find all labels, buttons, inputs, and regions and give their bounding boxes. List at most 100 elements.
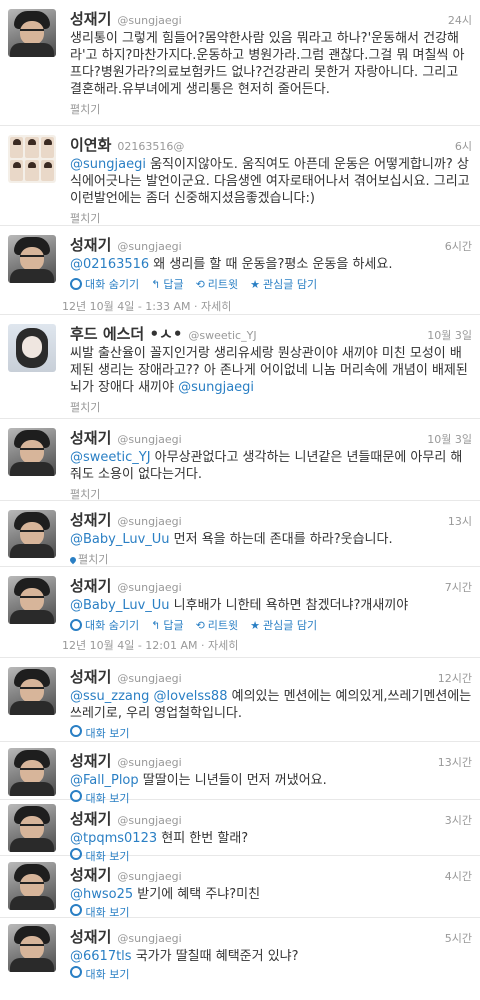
user-name[interactable]: 성재기 xyxy=(70,509,111,530)
user-handle[interactable]: 02163516@ xyxy=(117,140,184,153)
tweet-text: @hwso25 받기에 혜택 주냐?미친 xyxy=(70,887,261,902)
avatar[interactable] xyxy=(8,510,56,558)
mention-link[interactable]: @hwso25 xyxy=(70,887,133,902)
timestamp[interactable]: 6시간 xyxy=(445,238,472,254)
mention-link[interactable]: @Fall_Plop xyxy=(70,773,139,788)
tweet: 성재기 @sungjaegi 13시 @Baby_Luv_Uu 먼저 욕을 하는데 … xyxy=(0,501,480,567)
user-name[interactable]: 성재기 xyxy=(70,808,111,829)
user-handle[interactable]: @sungjaegi xyxy=(117,14,181,27)
avatar[interactable] xyxy=(8,924,56,972)
expand-link[interactable]: 펼치기 xyxy=(70,486,472,502)
user-name[interactable]: 이연화 xyxy=(70,134,111,155)
tweet-text: @tpqms0123 현피 한번 할래? xyxy=(70,831,249,846)
reply-button[interactable]: ↰ 답글 xyxy=(151,276,183,292)
tweet: 성재기 @sungjaegi 7시간 @Baby_Luv_Uu 니후배가 니한테 욕… xyxy=(0,567,480,632)
user-handle[interactable]: @sungjaegi xyxy=(117,932,181,945)
user-name[interactable]: 성재기 xyxy=(70,864,111,885)
conversation-icon xyxy=(70,619,82,631)
tweet: 성재기 @sungjaegi 6시간 @02163516 왜 생리를 할 때 운동을… xyxy=(0,226,480,292)
mention-link[interactable]: @sweetic_YJ xyxy=(70,450,151,465)
tweet-detail[interactable]: 12년 10월 4일 - 1:33 AM · 자세히 xyxy=(0,292,231,313)
tweet-text: @sungjaegi 움직이지않아도. 움직여도 아픈데 운동은 어떻게합니까?… xyxy=(70,157,470,206)
avatar[interactable] xyxy=(8,235,56,283)
user-name[interactable]: 성재기 xyxy=(70,666,111,687)
tweet: 후드 에스더 •ㅅ• @sweetic_YJ 10월 3일 씨발 출산율이 꼴지인거… xyxy=(0,315,480,419)
tweet-detail-row: 12년 10월 4일 - 12:01 AM · 자세히 xyxy=(0,631,480,658)
tweet-text: @sweetic_YJ 아무상관없다고 생각하는 니년같은 년들때문에 아무리 … xyxy=(70,450,463,482)
timestamp[interactable]: 6시 xyxy=(455,138,472,154)
user-name[interactable]: 성재기 xyxy=(70,750,111,771)
star-icon: ★ xyxy=(250,618,261,632)
avatar[interactable] xyxy=(8,135,56,183)
tweet: 이연화 02163516@ 6시 @sungjaegi 움직이지않아도. 움직여도 … xyxy=(0,126,480,226)
favorite-button[interactable]: ★ 관심글 담기 xyxy=(250,276,317,292)
mention-link[interactable]: @ssu_zzang @lovelss88 xyxy=(70,689,227,704)
retweet-button[interactable]: ⟲ 리트윗 xyxy=(196,276,239,292)
user-name[interactable]: 성재기 xyxy=(70,575,111,596)
timeline: 성재기 @sungjaegi 24시 생리통이 그렇게 힘들어?몸약한사람 있음 뭐… xyxy=(0,0,480,982)
user-handle[interactable]: @sungjaegi xyxy=(117,433,181,446)
tweet: 성재기 @sungjaegi 4시간 @hwso25 받기에 혜택 주냐?미친 대화… xyxy=(0,856,480,919)
user-handle[interactable]: @sungjaegi xyxy=(117,756,181,769)
retweet-icon: ⟲ xyxy=(195,618,205,632)
view-conversation-link[interactable]: 대화 보기 xyxy=(70,725,472,741)
avatar[interactable] xyxy=(8,428,56,476)
avatar[interactable] xyxy=(8,804,56,852)
hide-conversation-button[interactable]: 대화 숨기기 xyxy=(70,276,139,292)
tweet: 성재기 @sungjaegi 12시간 @ssu_zzang @lovelss88 … xyxy=(0,658,480,742)
conversation-icon xyxy=(70,904,82,916)
mention-link[interactable]: @tpqms0123 xyxy=(70,831,157,846)
timestamp[interactable]: 10월 3일 xyxy=(427,327,472,343)
tweet-detail[interactable]: 12년 10월 4일 - 12:01 AM · 자세히 xyxy=(0,631,238,652)
mention-link[interactable]: @sungjaegi xyxy=(178,380,254,395)
avatar[interactable] xyxy=(8,324,56,372)
avatar[interactable] xyxy=(8,862,56,910)
timestamp[interactable]: 4시간 xyxy=(445,868,472,884)
tweet-text: @Baby_Luv_Uu 먼저 욕을 하는데 존대를 하라?웃습니다. xyxy=(70,532,393,547)
avatar[interactable] xyxy=(8,576,56,624)
tweet: 성재기 @sungjaegi 13시간 @Fall_Plop 딸딸이는 니년들이 먼… xyxy=(0,742,480,805)
view-conversation-link[interactable]: 대화 보기 xyxy=(70,966,472,982)
expand-link[interactable]: 펼치기 xyxy=(68,551,472,567)
user-handle[interactable]: @sungjaegi xyxy=(117,814,181,827)
tweet: 성재기 @sungjaegi 5시간 @6617tls 국가가 딸칠때 혜택준거 있… xyxy=(0,918,480,982)
timestamp[interactable]: 5시간 xyxy=(445,930,472,946)
avatar[interactable] xyxy=(8,667,56,715)
tweet-text: 생리통이 그렇게 힘들어?몸약한사람 있음 뭐라고 하나?'운동해서 건강해라'… xyxy=(70,31,465,97)
timestamp[interactable]: 3시간 xyxy=(445,812,472,828)
retweet-icon: ⟲ xyxy=(195,277,205,291)
timestamp[interactable]: 13시 xyxy=(448,513,472,529)
user-handle[interactable]: @sungjaegi xyxy=(117,581,181,594)
mention-link[interactable]: @sungjaegi xyxy=(70,157,146,172)
user-name[interactable]: 성재기 xyxy=(70,234,111,255)
user-handle[interactable]: @sungjaegi xyxy=(117,672,181,685)
expand-link[interactable]: 펼치기 xyxy=(70,210,472,226)
avatar[interactable] xyxy=(8,748,56,796)
mention-link[interactable]: @Baby_Luv_Uu xyxy=(70,532,170,547)
mention-link[interactable]: @Baby_Luv_Uu xyxy=(70,598,170,613)
timestamp[interactable]: 12시간 xyxy=(438,670,472,686)
timestamp[interactable]: 13시간 xyxy=(438,754,472,770)
user-name[interactable]: 성재기 xyxy=(70,8,111,29)
timestamp[interactable]: 24시 xyxy=(448,12,472,28)
user-name[interactable]: 후드 에스더 •ㅅ• xyxy=(70,323,182,344)
user-handle[interactable]: @sweetic_YJ xyxy=(188,329,256,342)
expand-link[interactable]: 펼치기 xyxy=(70,101,472,117)
timestamp[interactable]: 7시간 xyxy=(445,579,472,595)
timestamp[interactable]: 10월 3일 xyxy=(427,431,472,447)
user-handle[interactable]: @sungjaegi xyxy=(117,515,181,528)
conversation-icon xyxy=(70,725,82,737)
expand-link[interactable]: 펼치기 xyxy=(70,399,472,415)
user-name[interactable]: 성재기 xyxy=(70,926,111,947)
user-name[interactable]: 성재기 xyxy=(70,427,111,448)
user-handle[interactable]: @sungjaegi xyxy=(117,240,181,253)
mention-link[interactable]: @6617tls xyxy=(70,949,132,964)
tweet-text: @6617tls 국가가 딸칠때 혜택준거 있냐? xyxy=(70,949,299,964)
avatar[interactable] xyxy=(8,9,56,57)
tweet-text: @Baby_Luv_Uu 니후배가 니한테 욕하면 참겠더냐?개새끼야 xyxy=(70,598,409,613)
tweet-text: @02163516 왜 생리를 할 때 운동을?평소 운동을 하세요. xyxy=(70,257,393,272)
mention-link[interactable]: @02163516 xyxy=(70,257,149,272)
tweet: 성재기 @sungjaegi 3시간 @tpqms0123 현피 한번 할래? 대화… xyxy=(0,800,480,863)
reply-icon: ↰ xyxy=(151,277,161,291)
user-handle[interactable]: @sungjaegi xyxy=(117,870,181,883)
